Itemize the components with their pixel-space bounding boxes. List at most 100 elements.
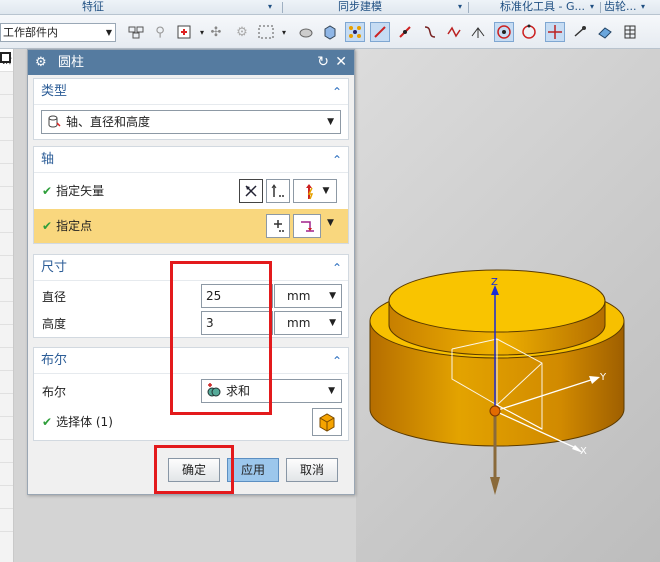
check-icon: ✔ (42, 184, 53, 198)
snap-tangent-icon[interactable] (468, 22, 488, 42)
snap-settings-icon[interactable]: ✣ (206, 22, 226, 42)
vector-inference-dropdown[interactable]: ▼ (293, 179, 337, 203)
navigator-row[interactable] (0, 486, 13, 509)
navigator-row[interactable] (0, 325, 13, 348)
ribbon-group-std-tools[interactable]: 标准化工具 - G... (500, 0, 585, 14)
type-dropdown[interactable]: 轴、直径和高度 ▼ (41, 110, 341, 134)
ribbon-group-features[interactable]: 特征 (82, 0, 104, 14)
z-axis-label: Z (491, 277, 498, 288)
navigator-row[interactable] (0, 164, 13, 187)
height-unit-dropdown[interactable]: mm ▼ (274, 311, 342, 335)
point-dialog-icon (274, 220, 284, 232)
specify-vector-row[interactable]: ✔ 指定矢量 (42, 183, 104, 199)
ribbon-group-gear[interactable]: 齿轮... (604, 0, 637, 14)
chevron-down-icon: ▼ (322, 186, 330, 196)
gear-icon[interactable]: ⚙ (35, 50, 47, 75)
navigator-row[interactable] (0, 302, 13, 325)
rectangle-select-icon[interactable] (256, 22, 276, 42)
ribbon-separator (468, 2, 469, 13)
dialog-title-bar[interactable]: ⚙ 圆柱 ↻ ✕ (28, 50, 354, 75)
select-body-button[interactable] (312, 408, 342, 436)
point-inference-dropdown[interactable] (293, 214, 321, 238)
ribbon-group-gear-arrow[interactable]: ▾ (641, 0, 645, 14)
snap-midpoint-icon[interactable] (395, 22, 415, 42)
select-body-label: 选择体 (1) (56, 415, 113, 429)
cylinder-model (369, 269, 625, 495)
snap-endpoint-icon[interactable] (370, 22, 390, 42)
ribbon-group-bar: 特征 ▾ 同步建模 ▾ 标准化工具 - G... ▾ 齿轮... ▾ (0, 0, 660, 15)
navigator-row[interactable] (0, 509, 13, 532)
cancel-button[interactable]: 取消 (286, 458, 338, 482)
apply-button[interactable]: 应用 (227, 458, 279, 482)
ribbon-separator (282, 2, 283, 13)
selection-scope-dropdown[interactable]: 工作部件内 ▼ (0, 23, 116, 42)
navigator-row[interactable] (0, 141, 13, 164)
snap-on-face-icon[interactable] (595, 22, 615, 42)
diameter-unit-dropdown[interactable]: mm ▼ (274, 284, 342, 308)
arrow-down-icon[interactable] (490, 477, 500, 495)
ribbon-group-sync-modeling[interactable]: 同步建模 (338, 0, 382, 14)
axis-group-header[interactable]: 轴 ⌃ (34, 147, 348, 173)
diameter-unit-value: mm (287, 289, 311, 303)
navigator-row[interactable] (0, 463, 13, 486)
type-filter-icon[interactable] (126, 22, 146, 42)
show-hide-body-icon[interactable] (296, 22, 316, 42)
navigator-row[interactable] (0, 371, 13, 394)
navigator-row[interactable] (0, 118, 13, 141)
filter-settings-icon[interactable]: ⚲ (150, 22, 170, 42)
part-navigator-strip: 新 (0, 49, 14, 562)
navigator-row[interactable] (0, 95, 13, 118)
specify-point-row[interactable]: ✔ 指定点 ▼ (34, 209, 348, 243)
snap-quadrant-icon[interactable] (519, 22, 539, 42)
ribbon-group-sync-arrow[interactable]: ▾ (458, 0, 462, 14)
solid-body-icon[interactable] (320, 22, 340, 42)
navigator-row[interactable] (0, 187, 13, 210)
navigator-row[interactable] (0, 233, 13, 256)
height-unit-value: mm (287, 316, 311, 330)
close-icon[interactable]: ✕ (335, 50, 347, 75)
snap-control-point-icon[interactable] (420, 22, 440, 42)
selection-scope-value: 工作部件内 (3, 26, 58, 39)
reverse-direction-button[interactable] (239, 179, 263, 203)
boolean-group-label: 布尔 (41, 353, 68, 368)
selection-toolbar: 工作部件内 ▼ ⚲ ▾ ✣ ⚙ ▾ (0, 15, 660, 49)
navigator-row[interactable] (0, 210, 13, 233)
navigator-collapse-icon[interactable] (0, 52, 11, 63)
point-dialog-button[interactable] (266, 214, 290, 238)
chevron-down-icon: ▼ (329, 318, 336, 328)
snap-on-curve-icon[interactable] (570, 22, 590, 42)
ribbon-group-std-tools-arrow[interactable]: ▾ (590, 0, 594, 14)
type-group-header[interactable]: 类型 ⌃ (34, 79, 348, 105)
chevron-down-icon[interactable]: ▾ (274, 22, 294, 42)
specify-point-label-wrap: ✔ 指定点 (42, 218, 92, 234)
snap-grid-icon[interactable]: ⚙ (232, 22, 252, 42)
snap-intersection-icon[interactable] (444, 22, 464, 42)
reset-icon[interactable]: ↻ (317, 50, 329, 75)
vector-dialog-button[interactable] (266, 179, 290, 203)
navigator-row[interactable] (0, 440, 13, 463)
select-body-row[interactable]: ✔ 选择体 (1) (42, 414, 113, 430)
ribbon-separator (600, 2, 601, 13)
origin-point-icon[interactable] (489, 405, 501, 417)
chevron-up-icon[interactable]: ⌃ (332, 348, 342, 374)
navigator-row[interactable] (0, 279, 13, 302)
type-group-label: 类型 (41, 84, 68, 99)
snap-existing-point-icon[interactable] (545, 22, 565, 42)
navigator-row[interactable] (0, 348, 13, 371)
select-features-icon[interactable] (174, 22, 194, 42)
chevron-up-icon[interactable]: ⌃ (332, 147, 342, 173)
snap-bounded-grid-icon[interactable] (620, 22, 640, 42)
chevron-up-icon[interactable]: ⌃ (332, 255, 342, 281)
navigator-row[interactable] (0, 417, 13, 440)
graphics-viewport[interactable]: Z Y X (356, 49, 660, 562)
chevron-down-icon[interactable]: ▼ (327, 218, 334, 228)
ribbon-group-features-arrow[interactable]: ▾ (268, 0, 272, 14)
snap-all-points-icon[interactable] (345, 22, 365, 42)
chevron-up-icon[interactable]: ⌃ (332, 79, 342, 105)
chevron-down-icon: ▼ (328, 386, 335, 396)
navigator-row[interactable] (0, 72, 13, 95)
navigator-row[interactable] (0, 394, 13, 417)
vector-dialog-icon (271, 184, 284, 197)
navigator-row[interactable] (0, 256, 13, 279)
snap-arc-center-icon[interactable] (494, 22, 514, 42)
